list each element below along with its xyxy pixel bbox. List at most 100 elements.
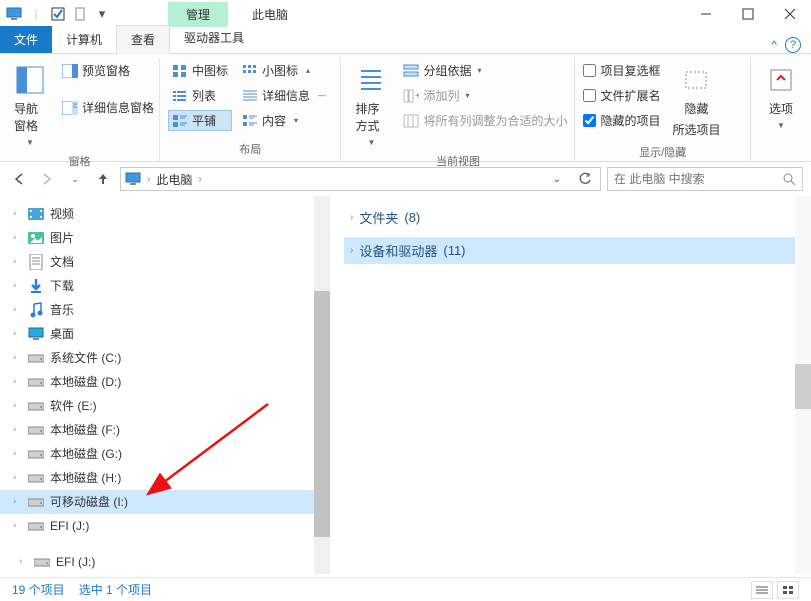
chevron-right-icon[interactable]: › [12,205,22,223]
tree-item[interactable]: ›EFI (J:) [0,514,330,538]
chevron-right-icon[interactable]: › [12,277,22,295]
qat-divider: | [26,4,46,24]
address-dropdown[interactable]: ⌄ [546,174,568,185]
hide-selected-button[interactable]: 隐藏 所选项目 [666,60,726,142]
minimize-button[interactable] [685,0,727,28]
layout-list[interactable]: 列表 [168,85,232,106]
layout-small-icons[interactable]: 小图标▴ [238,60,330,81]
layout-medium-icons[interactable]: 中图标 [168,60,232,81]
fit-columns-button[interactable]: 将所有列调整为合适的大小 [399,110,571,131]
sort-by-label: 排序方式 [355,100,387,134]
preview-pane-button[interactable]: 预览窗格 [58,60,158,81]
tree-item-efi-extra[interactable]: › EFI (J:) [0,550,330,574]
chevron-right-icon[interactable]: › [12,493,22,511]
maximize-button[interactable] [727,0,769,28]
chevron-right-icon[interactable]: › [12,325,22,343]
tree-item-label: 视频 [50,205,74,223]
tree-item-label: 下载 [50,277,74,295]
tab-view[interactable]: 查看 [116,25,170,54]
details-pane-button[interactable]: 详细信息窗格 [58,97,158,118]
tree-item[interactable]: ›文档 [0,250,330,274]
tab-file[interactable]: 文件 [0,26,52,53]
document-icon[interactable] [70,4,90,24]
layout-label: 详细信息 [262,87,310,104]
chevron-right-icon[interactable]: › [12,373,22,391]
tab-computer[interactable]: 计算机 [52,26,116,53]
chevron-right-icon[interactable]: › [12,229,22,247]
add-columns-button[interactable]: +添加列▾ [399,85,571,106]
help-icon[interactable]: ? [785,37,801,53]
address-box[interactable]: › 此电脑 › ⌄ [120,167,601,191]
tree-item[interactable]: ›本地磁盘 (D:) [0,370,330,394]
checkbox[interactable] [583,89,596,102]
layout-details[interactable]: 详细信息— [238,85,330,106]
details-view-toggle[interactable] [751,581,773,599]
checkbox[interactable] [583,64,596,77]
chevron-right-icon[interactable]: › [12,397,22,415]
main-scrollbar-thumb[interactable] [795,364,811,409]
tree-item[interactable]: ›本地磁盘 (G:) [0,442,330,466]
chevron-right-icon[interactable]: › [198,174,201,185]
forward-button[interactable] [36,168,58,190]
chevron-right-icon[interactable]: › [12,517,22,535]
recent-dropdown[interactable]: ⌄ [64,168,86,190]
checkbox[interactable] [583,114,596,127]
layout-tiles[interactable]: 平铺 [168,110,232,131]
tree-item[interactable]: ›桌面 [0,322,330,346]
downloads-icon [28,278,44,294]
tree-item[interactable]: ›系统文件 (C:) [0,346,330,370]
group-by-button[interactable]: 分组依据▾ [399,60,571,81]
options-label: 选项 [769,100,793,117]
checkbox-checked-icon[interactable] [48,4,68,24]
pc-icon[interactable] [4,4,24,24]
tree-scrollbar-thumb[interactable] [314,291,330,537]
chevron-right-icon[interactable]: › [12,469,22,487]
close-button[interactable] [769,0,811,28]
main-scrollbar-track[interactable] [795,196,811,574]
chevron-down-icon: ▼ [26,138,34,147]
group-header-folders[interactable]: › 文件夹 (8) [344,204,797,231]
details-pane-label: 详细信息窗格 [82,99,154,116]
chevron-right-icon[interactable]: › [12,301,22,319]
up-button[interactable] [92,168,114,190]
layout-content[interactable]: 内容▾ [238,110,330,131]
tree-item[interactable]: ›可移动磁盘 (I:) [0,490,330,514]
search-box[interactable] [607,167,803,191]
tree-item[interactable]: ›音乐 [0,298,330,322]
file-ext-toggle[interactable]: 文件扩展名 [583,85,660,106]
tree-scrollbar-track[interactable] [314,196,330,574]
chevron-right-icon[interactable]: › [12,349,22,367]
tree-item[interactable]: › 下载 [0,274,330,298]
qat-dropdown-icon[interactable]: ▾ [92,4,112,24]
back-button[interactable] [8,168,30,190]
item-checkboxes-toggle[interactable]: 项目复选框 [583,60,660,81]
tree-item[interactable]: ›图片 [0,226,330,250]
chevron-right-icon[interactable]: › [12,445,22,463]
chevron-right-icon[interactable]: › [12,253,22,271]
breadcrumb-this-pc[interactable]: 此电脑 [156,171,192,188]
icons-view-toggle[interactable] [777,581,799,599]
tree-item[interactable]: ›本地磁盘 (H:) [0,466,330,490]
hidden-items-toggle[interactable]: 隐藏的项目 [583,110,660,131]
chevron-right-icon[interactable]: › [350,212,353,223]
chevron-right-icon[interactable]: › [350,245,353,256]
group-label-layout: 布局 [168,139,332,159]
content-icon [242,114,258,128]
tree-item[interactable]: › 视频 [0,202,330,226]
tab-drive-tools[interactable]: 驱动器工具 [170,24,258,53]
chevron-right-icon[interactable]: › [147,174,150,185]
tree-item[interactable]: ›软件 (E:) [0,394,330,418]
context-tab-manage[interactable]: 管理 [168,2,228,27]
nav-pane-button[interactable]: 导航窗格 ▼ [8,60,52,151]
refresh-button[interactable] [574,172,596,186]
group-header-devices[interactable]: › 设备和驱动器 (11) [344,237,797,264]
sort-by-button[interactable]: 排序方式 ▼ [349,60,393,151]
tree-item[interactable]: ›本地磁盘 (F:) [0,418,330,442]
collapse-ribbon-icon[interactable]: ^ [771,38,777,52]
options-button[interactable]: 选项 ▼ [759,60,803,155]
chevron-right-icon[interactable]: › [18,553,28,571]
search-icon[interactable] [782,172,796,186]
search-input[interactable] [614,172,782,186]
drive-icon [28,518,44,534]
chevron-right-icon[interactable]: › [12,421,22,439]
